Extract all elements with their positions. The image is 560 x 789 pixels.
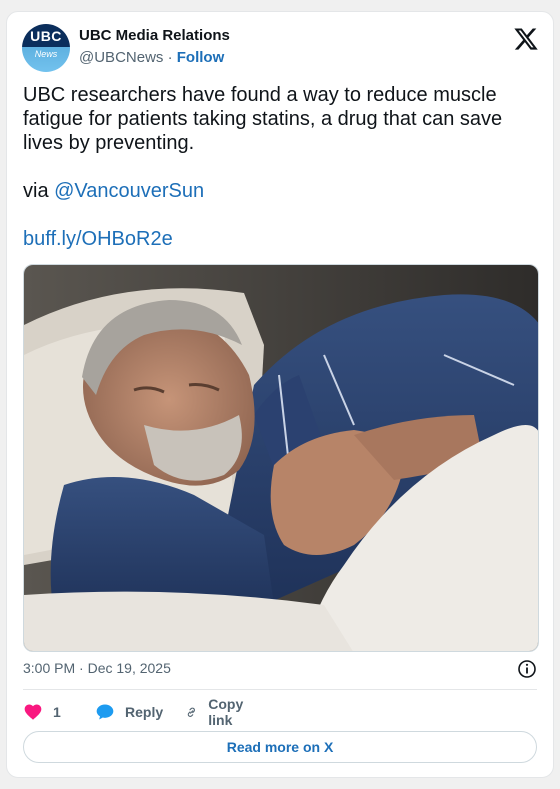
info-icon[interactable]: [517, 659, 537, 679]
separator: ·: [167, 49, 173, 66]
like-button[interactable]: 1: [23, 700, 61, 724]
avatar-wordmark: UBC: [30, 28, 62, 44]
reply-button[interactable]: Reply: [95, 700, 163, 724]
timestamp[interactable]: 3:00 PM · Dec 19, 2025: [23, 660, 171, 676]
avatar-subtext: News: [34, 49, 58, 59]
via-line: via @VancouverSun: [23, 179, 533, 203]
tweet-body: UBC researchers have found a way to redu…: [23, 83, 533, 251]
link-icon: [187, 707, 195, 717]
read-more-button[interactable]: Read more on X: [23, 731, 537, 763]
mention-link[interactable]: @VancouverSun: [54, 180, 204, 202]
handle[interactable]: @UBCNews: [79, 49, 163, 66]
reply-label: Reply: [125, 704, 164, 720]
tweet-text: UBC researchers have found a way to redu…: [23, 84, 503, 154]
divider: [23, 689, 537, 690]
via-prefix: via: [23, 180, 55, 202]
short-link[interactable]: buff.ly/OHBoR2e: [23, 228, 173, 250]
display-name[interactable]: UBC Media Relations: [79, 27, 230, 44]
avatar[interactable]: UBC News: [22, 24, 70, 72]
handle-row: @UBCNews · Follow: [79, 49, 224, 66]
like-count: 1: [53, 704, 61, 720]
tweet-photo[interactable]: [23, 264, 539, 652]
reply-bubble-icon: [96, 704, 114, 720]
copy-link-label: Copy link: [208, 696, 244, 728]
meta-row: 3:00 PM · Dec 19, 2025: [23, 660, 537, 680]
tweet-card: UBC News UBC Media Relations @UBCNews · …: [6, 11, 554, 778]
x-logo-icon[interactable]: [513, 26, 539, 52]
sleeping-man-photo-illustration: [24, 265, 538, 651]
tweet-header: UBC News UBC Media Relations @UBCNews · …: [22, 24, 541, 72]
heart-icon: [24, 704, 42, 720]
follow-link[interactable]: Follow: [177, 49, 225, 66]
copy-link-button[interactable]: Copy link: [185, 696, 250, 728]
